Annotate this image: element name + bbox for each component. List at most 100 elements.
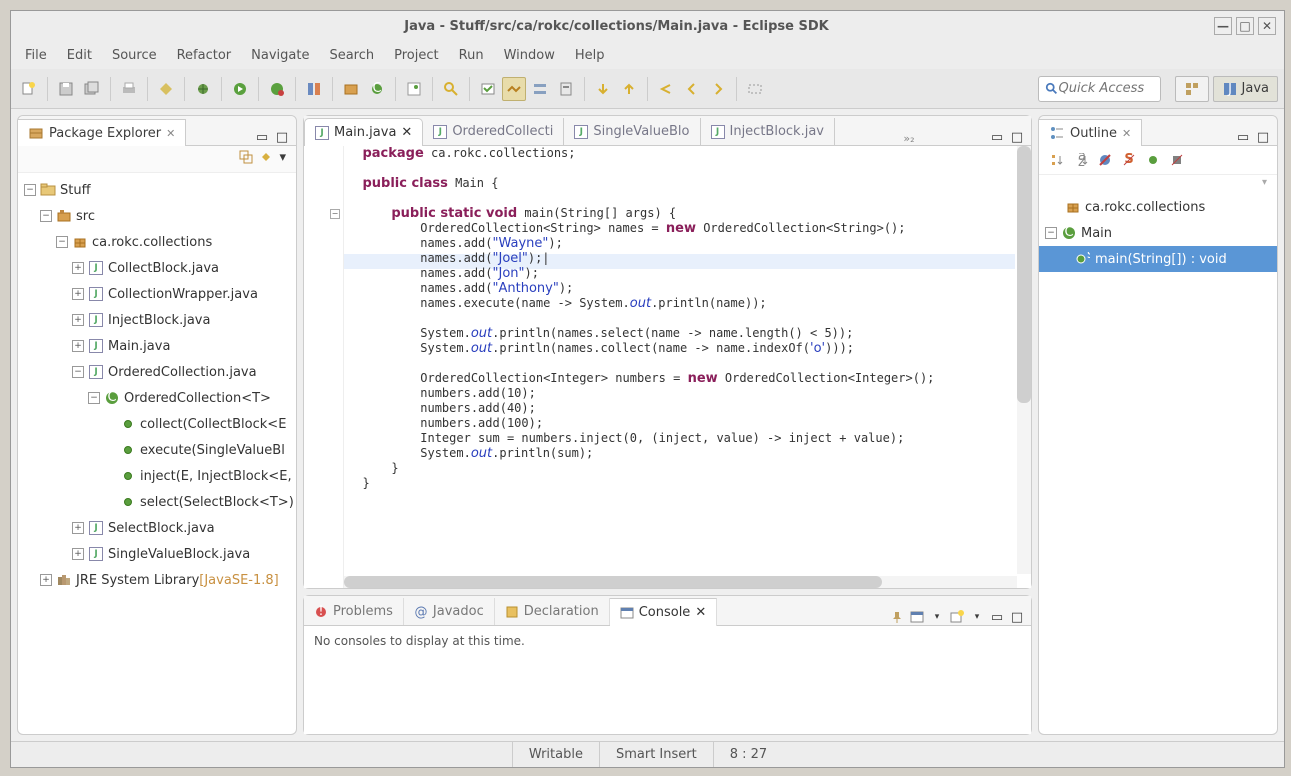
open-type-icon[interactable] xyxy=(402,77,426,101)
close-icon[interactable]: ✕ xyxy=(401,125,412,140)
new-package-icon[interactable] xyxy=(339,77,363,101)
sort-icon[interactable] xyxy=(1049,152,1065,168)
source-code[interactable]: package ca.rokc.collections; public clas… xyxy=(344,146,1015,574)
menu-project[interactable]: Project xyxy=(386,44,446,67)
package-node[interactable]: −ca.rokc.collections xyxy=(18,229,296,255)
tab-declaration[interactable]: Declaration xyxy=(495,598,610,625)
close-icon[interactable]: ✕ xyxy=(166,127,175,140)
build-icon[interactable] xyxy=(154,77,178,101)
outline-class-node[interactable]: −CMain xyxy=(1039,220,1277,246)
package-explorer-tab[interactable]: Package Explorer ✕ xyxy=(18,119,186,146)
alpha-sort-icon[interactable]: az xyxy=(1073,152,1089,168)
menu-search[interactable]: Search xyxy=(321,44,382,67)
print-icon[interactable] xyxy=(117,77,141,101)
minimize-bottom-icon[interactable]: ▭ xyxy=(989,609,1005,625)
menu-window[interactable]: Window xyxy=(496,44,563,67)
quick-access-input[interactable] xyxy=(1059,81,1154,96)
file-selectblock[interactable]: +JSelectBlock.java xyxy=(18,515,296,541)
toggle-breadcrumb-icon[interactable] xyxy=(528,77,552,101)
open-perspective-button[interactable] xyxy=(1175,76,1209,102)
maximize-button[interactable]: □ xyxy=(1236,17,1254,35)
view-menu-icon[interactable]: ▾ xyxy=(279,150,286,168)
method-select[interactable]: select(SelectBlock<T>) xyxy=(18,489,296,515)
maximize-outline-icon[interactable]: □ xyxy=(1255,129,1271,145)
coverage-icon[interactable] xyxy=(302,77,326,101)
collapse-all-icon[interactable] xyxy=(239,150,253,168)
method-collect[interactable]: collect(CollectBlock<E xyxy=(18,411,296,437)
menu-navigate[interactable]: Navigate xyxy=(243,44,317,67)
maximize-bottom-icon[interactable]: □ xyxy=(1009,609,1025,625)
console-dropdown-icon[interactable]: ▾ xyxy=(929,609,945,625)
open-task-icon[interactable] xyxy=(476,77,500,101)
hide-static-icon[interactable]: S xyxy=(1121,152,1137,168)
method-inject[interactable]: inject(E, InjectBlock<E, xyxy=(18,463,296,489)
quick-access-box[interactable] xyxy=(1038,76,1161,102)
toggle-mark-icon[interactable] xyxy=(502,77,526,101)
outline-menu-icon[interactable]: ▾ xyxy=(1039,175,1277,190)
search-icon[interactable] xyxy=(439,77,463,101)
hide-fields-icon[interactable] xyxy=(1097,152,1113,168)
editor-gutter[interactable]: − xyxy=(304,146,344,588)
link-editor-icon[interactable] xyxy=(259,150,273,168)
menu-run[interactable]: Run xyxy=(451,44,492,67)
file-collectionwrapper[interactable]: +JCollectionWrapper.java xyxy=(18,281,296,307)
class-orderedcollection[interactable]: −COrderedCollection<T> xyxy=(18,385,296,411)
menu-help[interactable]: Help xyxy=(567,44,613,67)
close-icon[interactable]: ✕ xyxy=(695,605,706,620)
java-perspective-button[interactable]: JJava xyxy=(1213,76,1278,102)
debug-icon[interactable] xyxy=(191,77,215,101)
horizontal-scrollbar[interactable] xyxy=(344,576,1017,588)
editor-tab-overflow[interactable]: »₂ xyxy=(895,132,922,145)
maximize-view-icon[interactable]: □ xyxy=(274,129,290,145)
minimize-button[interactable]: — xyxy=(1214,17,1232,35)
last-edit-icon[interactable] xyxy=(654,77,678,101)
file-injectblock[interactable]: +JInjectBlock.java xyxy=(18,307,296,333)
tab-problems[interactable]: !Problems xyxy=(304,598,404,625)
close-button[interactable]: ✕ xyxy=(1258,17,1276,35)
project-node[interactable]: −Stuff xyxy=(18,177,296,203)
new-wizard-icon[interactable] xyxy=(17,77,41,101)
console-dropdown2-icon[interactable]: ▾ xyxy=(969,609,985,625)
outline-method-main[interactable]: smain(String[]) : void xyxy=(1039,246,1277,272)
run-icon[interactable] xyxy=(228,77,252,101)
tab-console[interactable]: Console ✕ xyxy=(610,598,718,626)
forward-icon[interactable] xyxy=(706,77,730,101)
open-resource-icon[interactable] xyxy=(743,77,767,101)
outline-package-node[interactable]: ca.rokc.collections xyxy=(1039,194,1277,220)
next-annotation-icon[interactable] xyxy=(591,77,615,101)
close-icon[interactable]: ✕ xyxy=(1122,127,1131,140)
method-execute[interactable]: execute(SingleValueBl xyxy=(18,437,296,463)
vertical-scrollbar[interactable] xyxy=(1017,146,1031,574)
tab-main-java[interactable]: JMain.java✕ xyxy=(304,118,423,146)
tab-injectblock[interactable]: JInjectBlock.jav xyxy=(701,118,836,145)
file-main[interactable]: +JMain.java xyxy=(18,333,296,359)
file-collectblock[interactable]: +JCollectBlock.java xyxy=(18,255,296,281)
menu-source[interactable]: Source xyxy=(104,44,165,67)
maximize-editor-icon[interactable]: □ xyxy=(1009,129,1025,145)
pin-icon[interactable] xyxy=(554,77,578,101)
menu-refactor[interactable]: Refactor xyxy=(169,44,240,67)
minimize-view-icon[interactable]: ▭ xyxy=(254,129,270,145)
prev-annotation-icon[interactable] xyxy=(617,77,641,101)
hide-local-icon[interactable] xyxy=(1169,152,1185,168)
editor-body[interactable]: − package ca.rokc.collections; public cl… xyxy=(304,146,1031,588)
back-icon[interactable] xyxy=(680,77,704,101)
minimize-editor-icon[interactable]: ▭ xyxy=(989,129,1005,145)
file-singlevalueblock[interactable]: +JSingleValueBlock.java xyxy=(18,541,296,567)
jre-library-node[interactable]: +JRE System Library [JavaSE-1.8] xyxy=(18,567,296,593)
outline-tab[interactable]: Outline ✕ xyxy=(1039,119,1142,146)
menu-file[interactable]: File xyxy=(17,44,55,67)
display-selected-console-icon[interactable] xyxy=(909,609,925,625)
fold-marker-icon[interactable]: − xyxy=(330,209,340,219)
new-class-icon[interactable]: C xyxy=(365,77,389,101)
file-orderedcollection[interactable]: −JOrderedCollection.java xyxy=(18,359,296,385)
pin-console-icon[interactable] xyxy=(889,609,905,625)
menu-edit[interactable]: Edit xyxy=(59,44,100,67)
save-icon[interactable] xyxy=(54,77,78,101)
src-folder-node[interactable]: −src xyxy=(18,203,296,229)
tab-orderedcollection[interactable]: JOrderedCollecti xyxy=(423,118,564,145)
hide-nonpublic-icon[interactable] xyxy=(1145,152,1161,168)
run-last-icon[interactable] xyxy=(265,77,289,101)
tab-singlevalueblock[interactable]: JSingleValueBlo xyxy=(564,118,700,145)
save-all-icon[interactable] xyxy=(80,77,104,101)
